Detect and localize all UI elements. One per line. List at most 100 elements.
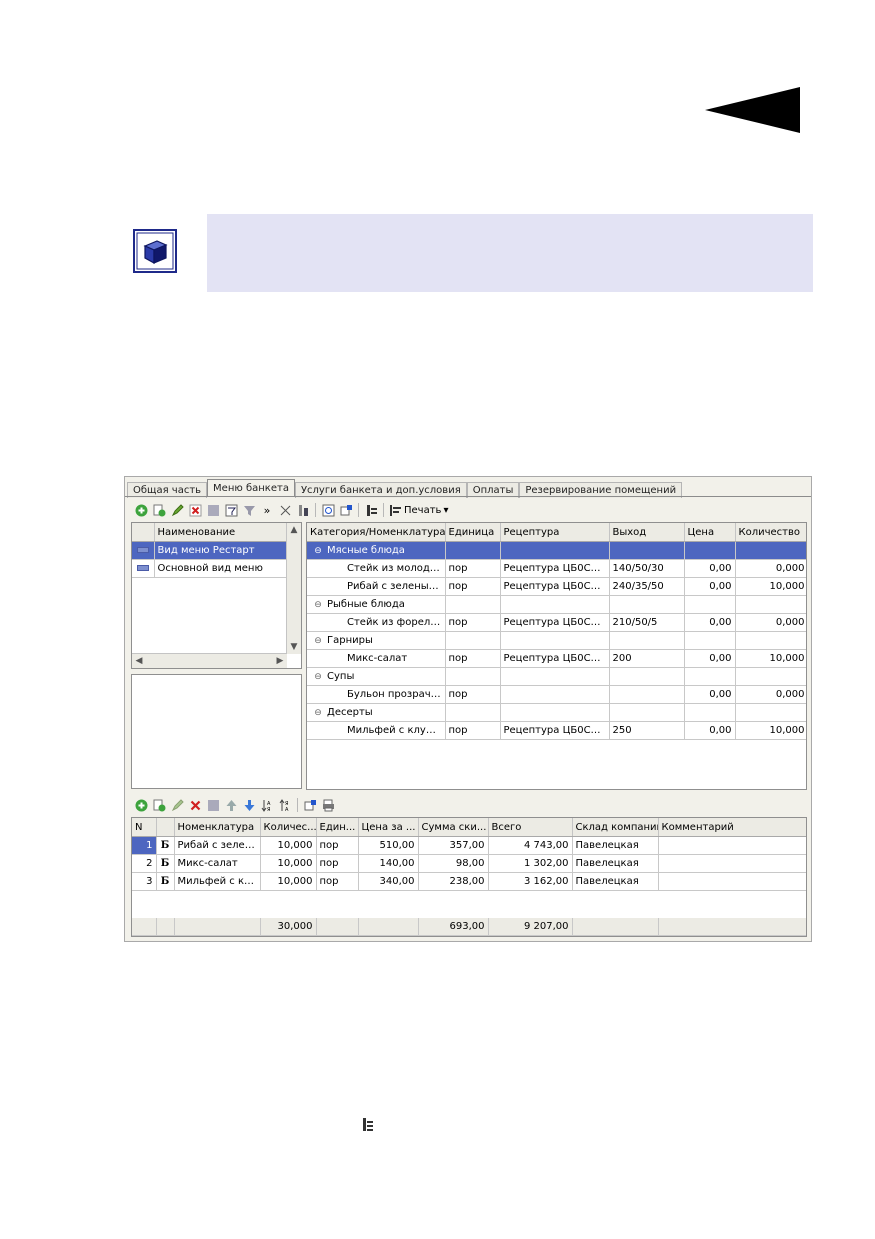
save-icon[interactable] (206, 503, 220, 517)
cell-n: 1 (132, 836, 157, 855)
category-row[interactable]: ⊖ Супы (307, 667, 806, 686)
scroll-left-icon[interactable]: ◀ (132, 654, 146, 668)
sort-ascending-icon[interactable]: AЯ (260, 798, 274, 812)
cell-recipe: Рецептура ЦБ0С00... (500, 577, 610, 596)
menu-type-icon (136, 547, 149, 553)
menu-toolbar: » Печать ▾ (134, 501, 448, 519)
filter-icon[interactable] (224, 503, 238, 517)
edit-pencil-icon[interactable] (170, 503, 184, 517)
list-horizontal-scrollbar[interactable]: ◀ ▶ (132, 653, 287, 668)
printer-icon[interactable] (321, 798, 335, 812)
add-icon[interactable] (134, 503, 148, 517)
table-row[interactable]: Рибай с зеленым... пор Рецептура ЦБ0С00...… (307, 577, 806, 596)
expand-icon[interactable] (278, 503, 292, 517)
cell-name: ⊖ Гарниры (307, 631, 446, 650)
cell-price: 0,00 (684, 577, 736, 596)
cell-name: Рибай с зелен... (174, 836, 261, 855)
collapse-icon[interactable]: ⊖ (313, 600, 323, 610)
category-row[interactable]: ⊖ Гарниры (307, 631, 806, 650)
category-row[interactable]: ⊖ Десерты (307, 703, 806, 722)
sort-descending-icon[interactable]: ЯA (278, 798, 292, 812)
col-header-mark[interactable] (156, 818, 175, 837)
col-header-total[interactable]: Всего (488, 818, 573, 837)
col-header-quantity[interactable]: Количество (735, 523, 806, 542)
list-item[interactable]: Основной вид меню (132, 559, 289, 578)
dropdown-arrow-icon: ▾ (443, 504, 449, 516)
more-chevron-icon[interactable]: » (260, 503, 274, 517)
print-button[interactable]: Печать ▾ (389, 504, 448, 517)
edit-pencil-icon[interactable] (170, 798, 184, 812)
cell-store: Павелецкая (572, 854, 659, 873)
col-header-price[interactable]: Цена за ... (358, 818, 419, 837)
list-header-marker (132, 523, 155, 542)
settings-icon[interactable] (339, 503, 353, 517)
scroll-right-icon[interactable]: ▶ (273, 654, 287, 668)
table-row[interactable]: 1 Б Рибай с зелен... 10,000 пор 510,00 357,00 4… (132, 836, 806, 855)
table-row[interactable]: Стейк из форели ... пор Рецептура ЦБ0С00..… (307, 613, 806, 632)
col-header-comment[interactable]: Комментарий (658, 818, 806, 837)
copy-icon[interactable] (152, 798, 166, 812)
collapse-icon[interactable]: ⊖ (313, 636, 323, 646)
cell-price (684, 595, 736, 614)
col-header-quantity[interactable]: Количес... (260, 818, 317, 837)
col-header-unit[interactable]: Един... (316, 818, 359, 837)
move-down-icon[interactable] (242, 798, 256, 812)
col-header-nomenclature[interactable]: Номенклатура (174, 818, 261, 837)
scroll-up-icon[interactable]: ▲ (287, 523, 301, 537)
tab-bar: Общая часть Меню банкета Услуги банкета … (127, 479, 683, 498)
refresh-icon[interactable] (321, 503, 335, 517)
list-header-name[interactable]: Наименование (154, 523, 289, 542)
table-row[interactable]: Бульон прозрачн... пор 0,00 0,000 (307, 685, 806, 704)
copy-icon[interactable] (152, 503, 166, 517)
cell-name: Микс-салат (174, 854, 261, 873)
box-icon (133, 229, 177, 273)
category-row[interactable]: ⊖ Мясные блюда (307, 541, 806, 560)
collapse-icon[interactable]: ⊖ (313, 708, 323, 718)
cell-recipe: Рецептура ЦБ0С00... (500, 721, 610, 740)
table-row[interactable]: 3 Б Мильфей с кл... 10,000 пор 340,00 238,00 3 … (132, 872, 806, 891)
cell-comment (658, 836, 806, 855)
move-up-icon[interactable] (224, 798, 238, 812)
cell-discount: 98,00 (418, 854, 489, 873)
cell-price (684, 631, 736, 650)
cell-discount: 357,00 (418, 836, 489, 855)
col-header-price[interactable]: Цена (684, 523, 736, 542)
list-item[interactable]: Вид меню Рестарт (132, 541, 289, 560)
banquet-order-window: Общая часть Меню банкета Услуги банкета … (124, 476, 812, 942)
save-icon[interactable] (206, 798, 220, 812)
col-header-unit[interactable]: Единица (445, 523, 501, 542)
col-header-recipe[interactable]: Рецептура (500, 523, 610, 542)
collapse-icon[interactable]: ⊖ (313, 672, 323, 682)
tree-icon[interactable] (364, 503, 378, 517)
scroll-down-icon[interactable]: ▼ (287, 640, 301, 654)
cell-total: 4 743,00 (488, 836, 573, 855)
cell-price: 0,00 (684, 685, 736, 704)
delete-icon[interactable] (188, 503, 202, 517)
add-icon[interactable] (134, 798, 148, 812)
clear-filter-icon[interactable] (242, 503, 256, 517)
cell-recipe: Рецептура ЦБ0С00... (500, 613, 610, 632)
collapse-icon[interactable]: ⊖ (313, 546, 323, 556)
delete-icon[interactable] (188, 798, 202, 812)
table-row[interactable]: Мильфей с клубн... пор Рецептура ЦБ0С00...… (307, 721, 806, 740)
cell-qty: 10,000 (735, 577, 806, 596)
tab-banquet-menu[interactable]: Меню банкета (207, 479, 295, 497)
col-header-output[interactable]: Выход (609, 523, 685, 542)
col-header-category[interactable]: Категория/Номенклатура (307, 523, 446, 542)
col-header-number[interactable]: N (132, 818, 157, 837)
cell-qty: 0,000 (735, 613, 806, 632)
table-row[interactable]: Стейк из молодо... пор Рецептура ЦБ0С00...… (307, 559, 806, 578)
note-banner (207, 214, 813, 292)
col-header-store[interactable]: Склад компании (572, 818, 659, 837)
category-row[interactable]: ⊖ Рыбные блюда (307, 595, 806, 614)
list-vertical-scrollbar[interactable]: ▲ ▼ (286, 523, 301, 654)
column-icon[interactable] (296, 503, 310, 517)
cell-output (609, 685, 685, 704)
menu-type-description[interactable] (131, 674, 302, 789)
settings-icon[interactable] (303, 798, 317, 812)
table-row[interactable]: Микс-салат пор Рецептура ЦБ0С00... 200 0,00 1… (307, 649, 806, 668)
cell-name: ⊖ Супы (307, 667, 446, 686)
col-header-discount[interactable]: Сумма ски... (418, 818, 489, 837)
cell-qty: 0,000 (735, 559, 806, 578)
table-row[interactable]: 2 Б Микс-салат 10,000 пор 140,00 98,00 1 302,00… (132, 854, 806, 873)
